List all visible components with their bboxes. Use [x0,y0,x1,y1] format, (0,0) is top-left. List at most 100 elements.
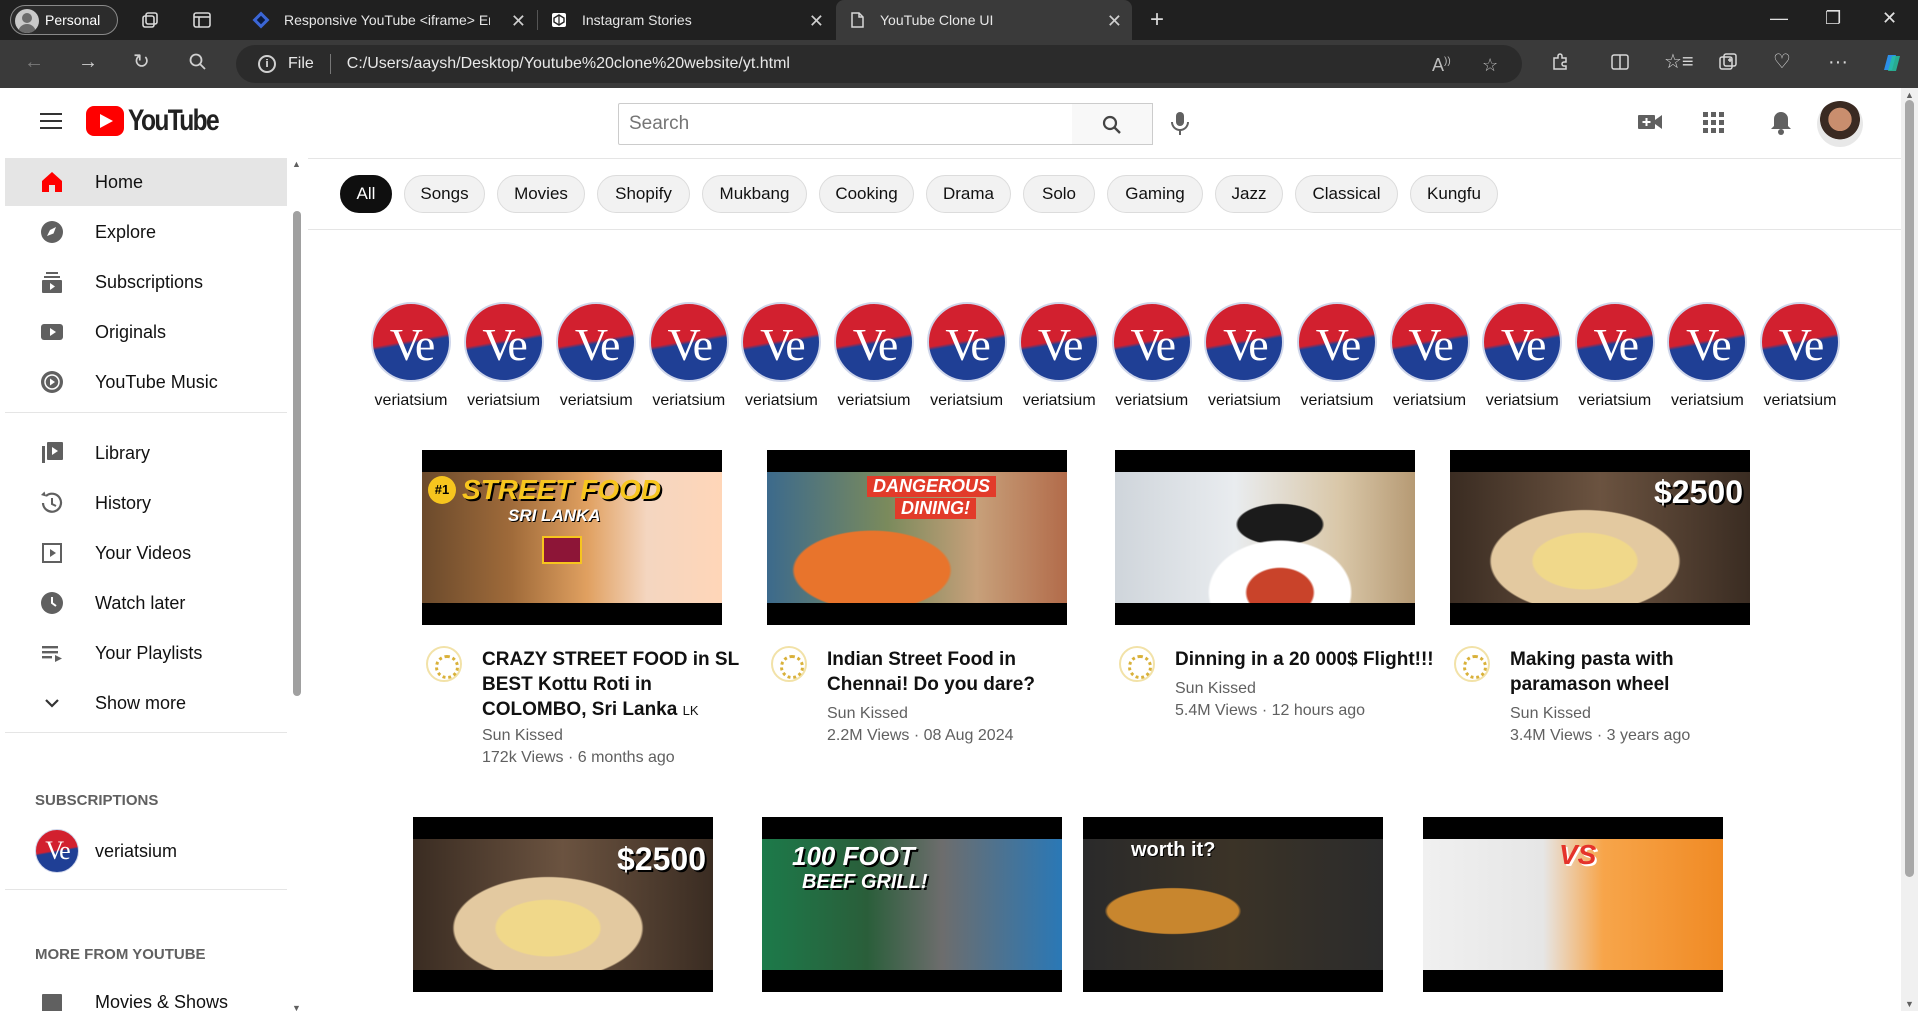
sidebar-item-library[interactable]: Library [5,429,287,477]
new-tab-icon[interactable]: + [1150,8,1164,32]
tab-youtube-clone[interactable]: YouTube Clone UI ✕ [836,0,1132,40]
search-button[interactable] [1072,103,1153,145]
favorites-icon[interactable]: ☆≡ [1664,52,1694,72]
sidebar-subscription-veriatsium[interactable]: Ve veriatsium [5,824,287,878]
channel-logo[interactable] [1454,646,1490,682]
channel-name[interactable]: Sun Kissed [482,725,563,747]
extensions-icon[interactable] [1550,52,1570,76]
back-icon[interactable]: ← [24,52,44,72]
favorite-star-icon[interactable]: ☆ [1482,55,1498,76]
channel-logo[interactable] [1119,646,1155,682]
workspaces-icon[interactable] [140,10,160,33]
sidebar-item-watch-later[interactable]: Watch later [5,579,287,627]
restore-icon[interactable]: ❐ [1825,8,1841,29]
info-icon[interactable]: i [258,55,276,73]
video-thumbnail[interactable]: #1 STREET FOOD SRI LANKA [422,450,722,625]
story-avatar[interactable]: Ve [1760,302,1840,382]
hamburger-menu-icon[interactable] [40,113,62,131]
chip-classical[interactable]: Classical [1295,175,1398,213]
notifications-bell-icon[interactable] [1770,110,1792,141]
story-item[interactable]: Ve veriatsium [1295,302,1379,410]
story-avatar[interactable]: Ve [1482,302,1563,382]
video-title[interactable]: CRAZY STREET FOOD in SL BEST Kottu Roti … [482,647,752,723]
chip-gaming[interactable]: Gaming [1107,175,1203,213]
sidebar-item-movies-shows[interactable]: Movies & Shows [5,978,287,1011]
channel-name[interactable]: Sun Kissed [1510,703,1591,725]
story-item[interactable]: Ve veriatsium [369,302,453,410]
minimize-icon[interactable]: — [1770,8,1788,29]
story-avatar[interactable]: Ve [1204,302,1285,382]
chip-cooking[interactable]: Cooking [819,175,914,213]
chip-kungfu[interactable]: Kungfu [1410,175,1498,213]
chip-songs[interactable]: Songs [404,175,485,213]
story-item[interactable]: Ve veriatsium [1665,302,1749,410]
sidebar-item-originals[interactable]: Originals [5,308,287,356]
channel-name[interactable]: Sun Kissed [827,703,908,725]
refresh-icon[interactable]: ↻ [133,52,150,72]
video-thumbnail[interactable]: $2500 [413,817,713,992]
story-item[interactable]: Ve veriatsium [647,302,731,410]
video-thumbnail[interactable]: 100 FOOT BEEF GRILL! [762,817,1062,992]
chip-shopify[interactable]: Shopify [597,175,690,213]
sidebar-scrollbar[interactable]: ▲ ▼ [290,158,304,1011]
close-window-icon[interactable]: ✕ [1882,8,1897,29]
close-tab-icon[interactable]: ✕ [511,11,526,32]
page-scrollbar[interactable]: ▲ ▼ [1901,88,1918,1011]
story-item[interactable]: Ve veriatsium [462,302,546,410]
apps-grid-icon[interactable] [1703,112,1725,139]
sidebar-item-home[interactable]: Home [5,158,287,206]
sidebar-item-show-more[interactable]: Show more [5,679,287,727]
chip-jazz[interactable]: Jazz [1215,175,1283,213]
story-avatar[interactable]: Ve [1667,302,1748,382]
channel-logo[interactable] [426,646,462,682]
story-avatar[interactable]: Ve [926,302,1007,382]
close-tab-icon[interactable]: ✕ [1107,11,1122,32]
sidebar-item-your-playlists[interactable]: Your Playlists [5,629,287,677]
channel-name[interactable]: Sun Kissed [1175,678,1256,700]
story-item[interactable]: Ve veriatsium [1758,302,1842,410]
chip-solo[interactable]: Solo [1023,175,1095,213]
close-tab-icon[interactable]: ✕ [809,11,824,32]
video-title[interactable]: Dinning in a 20 000$ Flight!!! [1175,647,1445,672]
story-avatar[interactable]: Ve [371,302,451,382]
story-item[interactable]: Ve veriatsium [1017,302,1101,410]
story-avatar[interactable]: Ve [463,302,544,382]
story-item[interactable]: Ve veriatsium [1202,302,1286,410]
chip-movies[interactable]: Movies [497,175,585,213]
story-avatar[interactable]: Ve [648,302,729,382]
story-avatar[interactable]: Ve [741,302,822,382]
create-video-icon[interactable] [1637,111,1663,138]
video-thumbnail[interactable]: $2500 [1450,450,1750,625]
story-avatar[interactable]: Ve [834,302,914,382]
split-screen-icon[interactable] [1610,52,1630,76]
video-title[interactable]: Making pasta with paramason wheel [1510,647,1780,697]
microphone-icon[interactable] [1168,110,1192,141]
vertical-tabs-icon[interactable] [192,10,212,33]
sidebar-item-history[interactable]: History [5,479,287,527]
video-thumbnail[interactable]: DANGEROUS DINING! [767,450,1067,625]
story-avatar[interactable]: Ve [556,302,637,382]
story-item[interactable]: Ve veriatsium [739,302,823,410]
browser-essentials-icon[interactable]: ♡ [1773,52,1791,72]
story-item[interactable]: Ve veriatsium [1110,302,1194,410]
story-avatar[interactable]: Ve [1111,302,1192,382]
profile-button[interactable]: Personal [10,5,118,35]
story-item[interactable]: Ve veriatsium [554,302,638,410]
tab-responsive-youtube[interactable]: Responsive YouTube <iframe> Er ✕ [240,0,536,40]
sidebar-item-subscriptions[interactable]: Subscriptions [5,258,287,306]
chip-all[interactable]: All [340,175,392,213]
video-thumbnail[interactable]: VS [1423,817,1723,992]
search-input[interactable] [618,103,1073,145]
forward-icon[interactable]: → [78,52,98,72]
story-item[interactable]: Ve veriatsium [1573,302,1657,410]
story-avatar[interactable]: Ve [1389,302,1470,382]
video-title[interactable]: Indian Street Food in Chennai! Do you da… [827,647,1097,697]
story-avatar[interactable]: Ve [1019,302,1100,382]
channel-logo[interactable] [771,646,807,682]
story-item[interactable]: Ve veriatsium [1480,302,1564,410]
youtube-logo[interactable]: YouTube [86,104,238,138]
user-avatar[interactable] [1817,101,1863,147]
story-avatar[interactable]: Ve [1297,302,1377,382]
video-thumbnail[interactable]: worth it? [1083,817,1383,992]
video-thumbnail[interactable] [1115,450,1415,625]
